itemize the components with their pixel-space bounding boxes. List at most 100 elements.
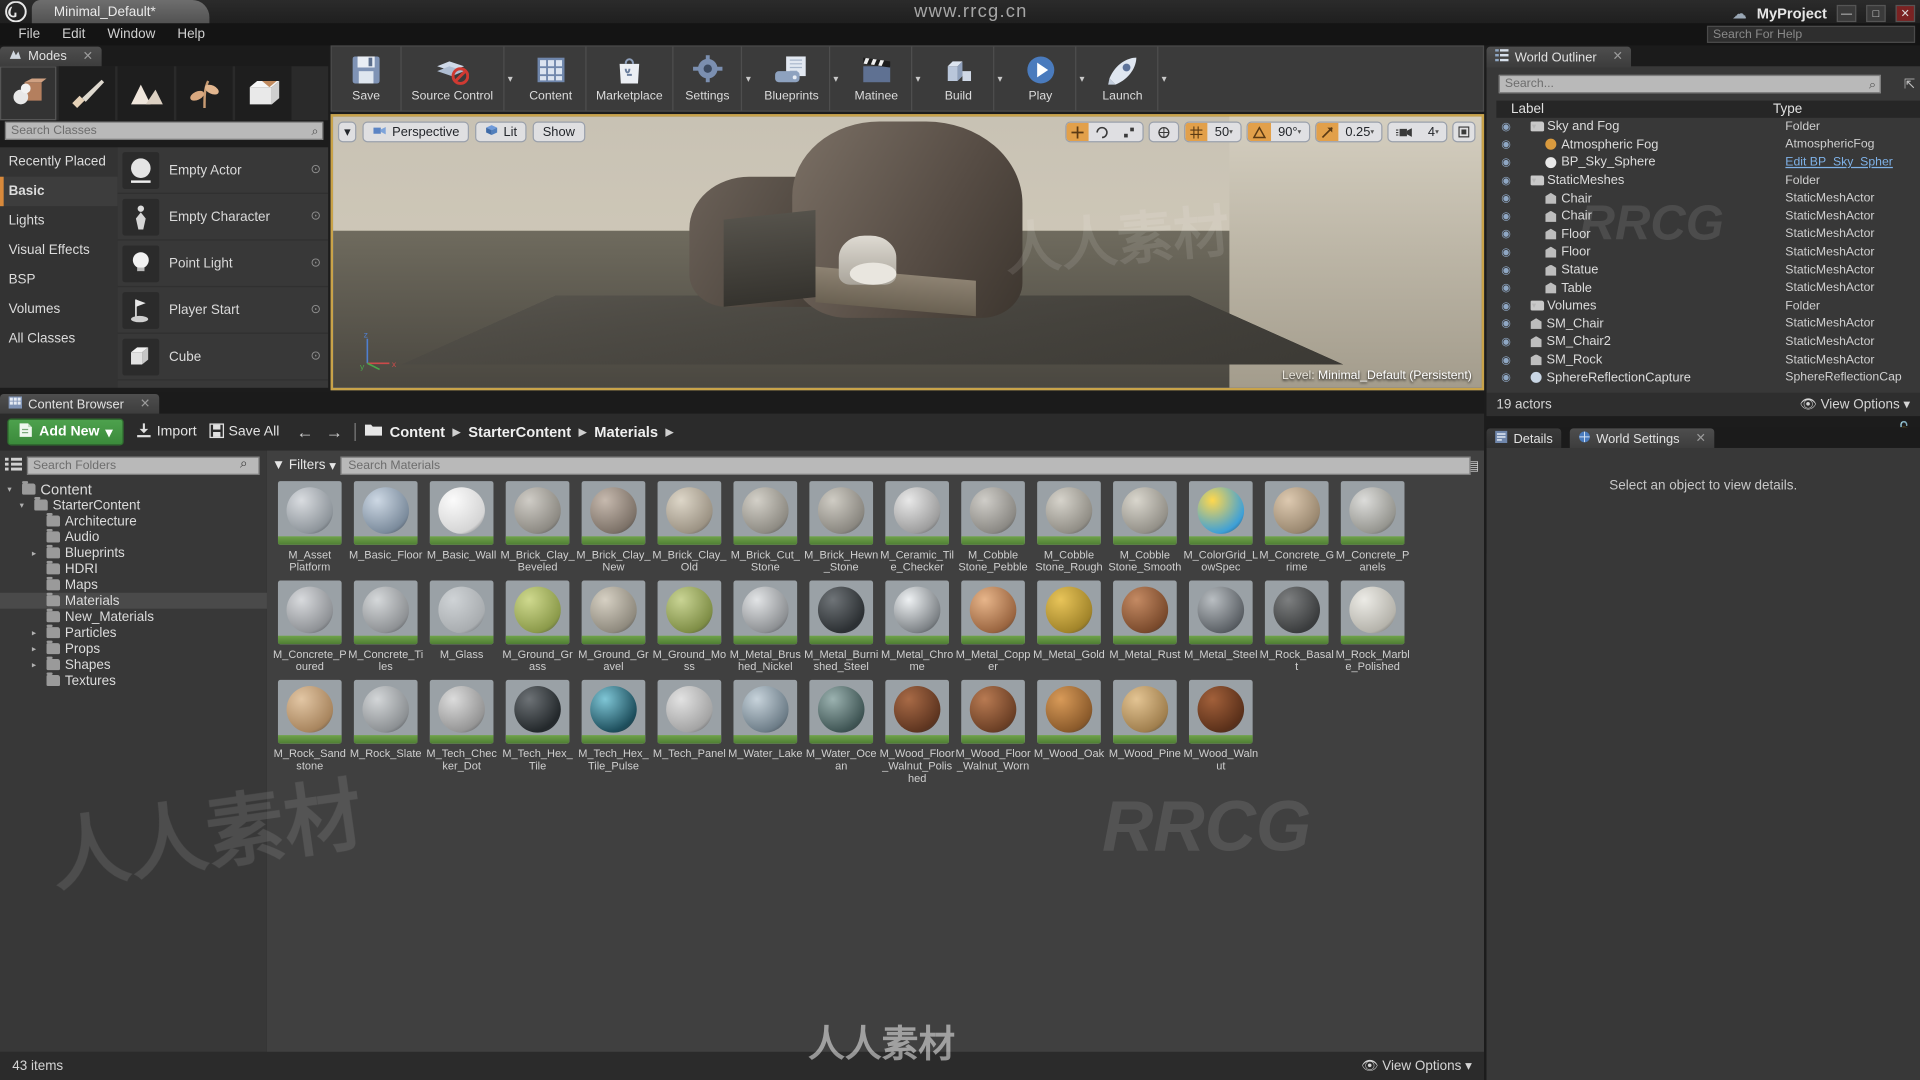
visibility-toggle-icon[interactable]: ◉ (1496, 299, 1516, 313)
asset-thumbnail[interactable] (885, 679, 949, 744)
asset-thumbnail[interactable] (1037, 679, 1101, 744)
asset-tile[interactable]: M_Glass (424, 580, 500, 673)
visibility-toggle-icon[interactable]: ◉ (1496, 120, 1516, 134)
folder-tree-item[interactable]: Textures (0, 672, 267, 689)
asset-thumbnail[interactable] (429, 580, 494, 645)
asset-thumbnail[interactable] (1113, 580, 1177, 645)
asset-tile[interactable]: M_Metal_Rust (1107, 580, 1183, 673)
asset-thumbnail[interactable] (429, 679, 494, 744)
transform-gizmo-group[interactable] (1065, 121, 1144, 143)
rotation-snap-icon[interactable] (1247, 122, 1271, 142)
minimize-button[interactable]: — (1836, 4, 1857, 23)
asset-tile[interactable]: M_Rock_Sandstone (272, 679, 348, 784)
category-volumes[interactable]: Volumes (0, 295, 118, 324)
visibility-toggle-icon[interactable]: ◉ (1496, 371, 1516, 385)
settings-caret-icon[interactable]: ▾ (741, 46, 754, 111)
matinee-caret-icon[interactable]: ▾ (910, 46, 924, 111)
asset-thumbnail[interactable] (505, 679, 570, 744)
camera-speed-icon[interactable] (1389, 123, 1421, 141)
asset-tile[interactable]: M_Concrete_Poured (272, 580, 348, 673)
toolbar-marketplace[interactable]: Marketplace (584, 46, 673, 111)
toolbar-build[interactable]: Build (924, 47, 993, 111)
asset-thumbnail[interactable] (581, 679, 646, 744)
help-icon[interactable]: ⊙ (311, 210, 329, 224)
asset-thumbnail[interactable] (733, 580, 798, 645)
asset-tile[interactable]: M_Ceramic_Tile_Checker (879, 481, 955, 573)
twisty-icon[interactable]: ▾ (1532, 301, 1536, 311)
folder-tree-item[interactable]: HDRI (0, 560, 267, 577)
toolbar-play[interactable]: Play (1006, 47, 1075, 111)
grid-snap-icon[interactable] (1185, 122, 1208, 142)
outliner-row[interactable]: ◉ ▾ StaticMeshes Folder (1496, 172, 1920, 190)
mode-place-button[interactable] (0, 66, 57, 121)
asset-thumbnail[interactable] (1037, 580, 1101, 645)
asset-tile[interactable]: M_Brick_Cut_Stone (727, 481, 803, 573)
asset-thumbnail[interactable] (277, 481, 342, 545)
asset-tile[interactable]: M_Wood_Oak (1031, 679, 1107, 784)
category-recently-placed[interactable]: Recently Placed (0, 147, 118, 176)
asset-thumbnail[interactable] (809, 580, 874, 645)
outliner-row[interactable]: ◉ Statue StaticMeshActor (1496, 261, 1920, 279)
camera-speed-group[interactable]: 4 ▾ (1387, 121, 1448, 143)
twisty-icon[interactable]: ▸ (32, 548, 42, 558)
asset-tile[interactable]: M_Brick_Clay_Old (651, 481, 727, 573)
asset-tile[interactable]: M_Rock_Basalt (1259, 580, 1335, 673)
camera-speed-value[interactable]: 4 ▾ (1421, 123, 1447, 141)
folder-tree-item[interactable]: New_Materials (0, 608, 267, 625)
twisty-icon[interactable]: ▾ (1532, 176, 1536, 186)
import-button[interactable]: Import (136, 422, 197, 442)
folder-search-input[interactable]: Search Folders (26, 456, 260, 475)
breadcrumb-startercontent[interactable]: StarterContent (468, 423, 571, 440)
asset-thumbnail[interactable] (733, 679, 798, 744)
outliner-row[interactable]: ◉ SphereReflectionCapture SphereReflection… (1496, 369, 1920, 387)
translate-gizmo-icon[interactable] (1066, 122, 1089, 142)
asset-tile[interactable]: M_Metal_Gold (1031, 580, 1107, 673)
asset-tile[interactable]: M_Rock_Marble_Polished (1335, 580, 1411, 673)
cloud-icon[interactable]: ☁ (1732, 5, 1747, 22)
close-icon[interactable]: ✕ (140, 398, 150, 412)
visibility-toggle-icon[interactable]: ◉ (1496, 192, 1516, 206)
asset-thumbnail[interactable] (505, 580, 570, 645)
close-button[interactable]: ✕ (1895, 4, 1916, 23)
asset-tile[interactable]: M_Cobble Stone_Rough (1031, 481, 1107, 573)
visibility-toggle-icon[interactable]: ◉ (1496, 335, 1516, 349)
asset-tile[interactable]: M_Cobble Stone_Pebble (955, 481, 1031, 573)
category-all-classes[interactable]: All Classes (0, 324, 118, 353)
viewport-show-button[interactable]: Show (532, 121, 585, 143)
forward-button[interactable]: → (323, 422, 345, 442)
toolbar-blueprints[interactable]: Blueprints (754, 47, 828, 111)
asset-thumbnail[interactable] (961, 679, 1025, 744)
asset-thumbnail[interactable] (733, 481, 798, 545)
asset-thumbnail[interactable] (885, 580, 949, 645)
visibility-toggle-icon[interactable]: ◉ (1496, 281, 1516, 295)
add-new-button[interactable]: Add New ▾ (7, 418, 124, 446)
folder-tree-item[interactable]: Materials (0, 592, 267, 609)
outliner-row[interactable]: ◉ Chair StaticMeshActor (1496, 189, 1920, 207)
asset-tile[interactable]: M_Ground_Moss (651, 580, 727, 673)
scale-gizmo-icon[interactable] (1116, 123, 1143, 141)
tab-content-browser[interactable]: Content Browser ✕ (0, 393, 159, 415)
scale-snap-group[interactable]: 0.25 ▾ (1314, 121, 1383, 143)
source-control-caret-icon[interactable]: ▾ (502, 46, 516, 111)
twisty-icon[interactable]: ▾ (20, 500, 30, 510)
twisty-icon[interactable]: ▾ (7, 484, 17, 494)
asset-thumbnail[interactable] (885, 481, 949, 545)
asset-tile[interactable]: M_Cobble Stone_Smooth (1107, 481, 1183, 573)
asset-tile[interactable]: M_Brick_Clay_New (576, 481, 652, 573)
twisty-icon[interactable]: ▸ (32, 628, 42, 638)
viewport-options-button[interactable]: ▾ (337, 121, 357, 143)
asset-thumbnail[interactable] (657, 580, 722, 645)
asset-tile[interactable]: M_ColorGrid_LowSpec (1183, 481, 1259, 573)
outliner-row-type[interactable]: Edit BP_Sky_Spher (1785, 156, 1920, 170)
asset-thumbnail[interactable] (1188, 580, 1253, 645)
folder-tree-item[interactable]: ▸ Props (0, 640, 267, 657)
folder-tree-toggle-icon[interactable] (4, 457, 23, 479)
breadcrumb-content[interactable]: Content (390, 423, 446, 440)
scale-snap-value[interactable]: 0.25 ▾ (1338, 123, 1381, 141)
visibility-toggle-icon[interactable]: ◉ (1496, 317, 1516, 331)
outliner-row[interactable]: ◉ Table StaticMeshActor (1496, 279, 1920, 297)
placeable-player-start[interactable]: Player Start ⊙ (117, 287, 329, 334)
asset-thumbnail[interactable] (809, 481, 874, 545)
filters-button[interactable]: ▼ Filters ▾ (272, 457, 336, 473)
asset-thumbnail[interactable] (277, 679, 342, 744)
